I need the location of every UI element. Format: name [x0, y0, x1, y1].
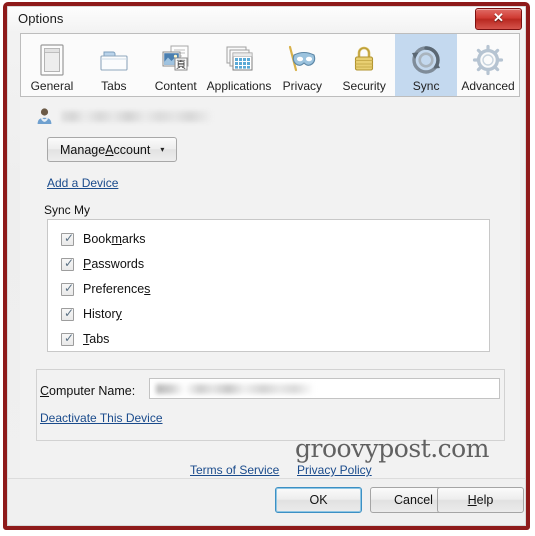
- add-a-device-link[interactable]: Add a Device: [47, 176, 118, 190]
- checkbox-label-history: History: [83, 307, 122, 321]
- checkbox-row-bookmarks[interactable]: ✓ Bookmarks: [61, 230, 146, 246]
- tab-advanced[interactable]: Advanced: [457, 34, 519, 96]
- tab-privacy-label: Privacy: [282, 79, 322, 93]
- computer-name-label: Computer Name:: [40, 384, 136, 398]
- tab-content-label: Content: [154, 79, 197, 93]
- tab-tabs[interactable]: Tabs: [83, 34, 145, 96]
- checkbox-label-tabs: Tabs: [83, 332, 110, 346]
- options-tab-strip: General Tabs 頁 Content Applications Priv…: [20, 33, 520, 97]
- advanced-gear-icon: [471, 42, 505, 78]
- folder-tabs-icon: [97, 42, 131, 78]
- check-icon: ✓: [64, 305, 75, 320]
- account-row: [36, 107, 211, 125]
- window-title: Options: [18, 11, 64, 26]
- ok-button[interactable]: OK: [275, 487, 362, 513]
- tab-security[interactable]: Security: [333, 34, 395, 96]
- checkbox-preferences[interactable]: ✓: [61, 280, 75, 296]
- tab-tabs-label: Tabs: [101, 79, 127, 93]
- tab-advanced-label: Advanced: [461, 79, 515, 93]
- terms-of-service-link[interactable]: Terms of Service: [190, 463, 279, 477]
- checkbox-row-preferences[interactable]: ✓ Preferences: [61, 280, 151, 296]
- checkbox-label-bookmarks: Bookmarks: [83, 232, 146, 246]
- options-dialog-window: Options ✕ General Tabs 頁 Content Applica…: [3, 2, 530, 530]
- check-icon: ✓: [64, 230, 75, 245]
- svg-text:頁: 頁: [176, 59, 186, 71]
- tab-general-label: General: [30, 79, 74, 93]
- tab-content[interactable]: 頁 Content: [145, 34, 207, 96]
- tab-applications[interactable]: Applications: [206, 34, 272, 96]
- checkbox-label-passwords: Passwords: [83, 257, 145, 271]
- dialog-footer: OK Cancel Help: [8, 478, 525, 525]
- check-icon: ✓: [64, 330, 75, 345]
- security-padlock-icon: [350, 42, 378, 78]
- account-username-redacted: [61, 110, 211, 122]
- manage-account-label-prefix: Manage: [60, 142, 106, 157]
- checkbox-row-passwords[interactable]: ✓ Passwords: [61, 255, 145, 271]
- title-bar: Options ✕: [8, 7, 525, 33]
- computer-name-input[interactable]: [149, 378, 500, 399]
- checkbox-row-tabs[interactable]: ✓ Tabs: [61, 330, 110, 346]
- check-icon: ✓: [64, 280, 75, 295]
- applications-windows-icon: [222, 42, 256, 78]
- sync-arrows-icon: [410, 42, 442, 78]
- computer-name-value-redacted: [156, 384, 314, 394]
- tab-sync[interactable]: Sync: [395, 34, 458, 96]
- tab-general[interactable]: General: [21, 34, 83, 96]
- checkbox-bookmarks[interactable]: ✓: [61, 230, 75, 246]
- sync-my-group-label: Sync My: [44, 203, 91, 217]
- tab-security-label: Security: [342, 79, 386, 93]
- deactivate-this-device-link[interactable]: Deactivate This Device: [40, 411, 163, 425]
- window-inner: Options ✕ General Tabs 頁 Content Applica…: [7, 6, 526, 526]
- sync-my-group-box: ✓ Bookmarks ✓ Passwords ✓ Preferences ✓: [47, 219, 490, 352]
- privacy-mask-icon: [284, 42, 320, 78]
- privacy-policy-link[interactable]: Privacy Policy: [297, 463, 372, 477]
- manage-account-button[interactable]: Manage Account ▾: [47, 137, 178, 162]
- tab-sync-label: Sync: [412, 79, 440, 93]
- manage-account-label-suffix: ccount: [113, 142, 151, 157]
- help-button[interactable]: Help: [437, 487, 524, 513]
- sync-panel: Manage Account ▾ Add a Device Sync My ✓ …: [20, 97, 520, 495]
- chevron-down-icon: ▾: [160, 144, 165, 154]
- user-avatar-icon: [36, 107, 53, 125]
- tab-applications-label: Applications: [206, 79, 272, 93]
- content-page-icon: 頁: [158, 42, 194, 78]
- checkbox-passwords[interactable]: ✓: [61, 255, 75, 271]
- tab-privacy[interactable]: Privacy: [271, 34, 333, 96]
- close-icon: ✕: [493, 10, 504, 25]
- checkbox-history[interactable]: ✓: [61, 305, 75, 321]
- manage-account-label-accel: A: [105, 142, 114, 157]
- close-button[interactable]: ✕: [475, 8, 522, 30]
- checkbox-row-history[interactable]: ✓ History: [61, 305, 122, 321]
- checkbox-label-preferences: Preferences: [83, 282, 151, 296]
- check-icon: ✓: [64, 255, 75, 270]
- checkbox-tabs[interactable]: ✓: [61, 330, 75, 346]
- browser-window-icon: [37, 42, 67, 78]
